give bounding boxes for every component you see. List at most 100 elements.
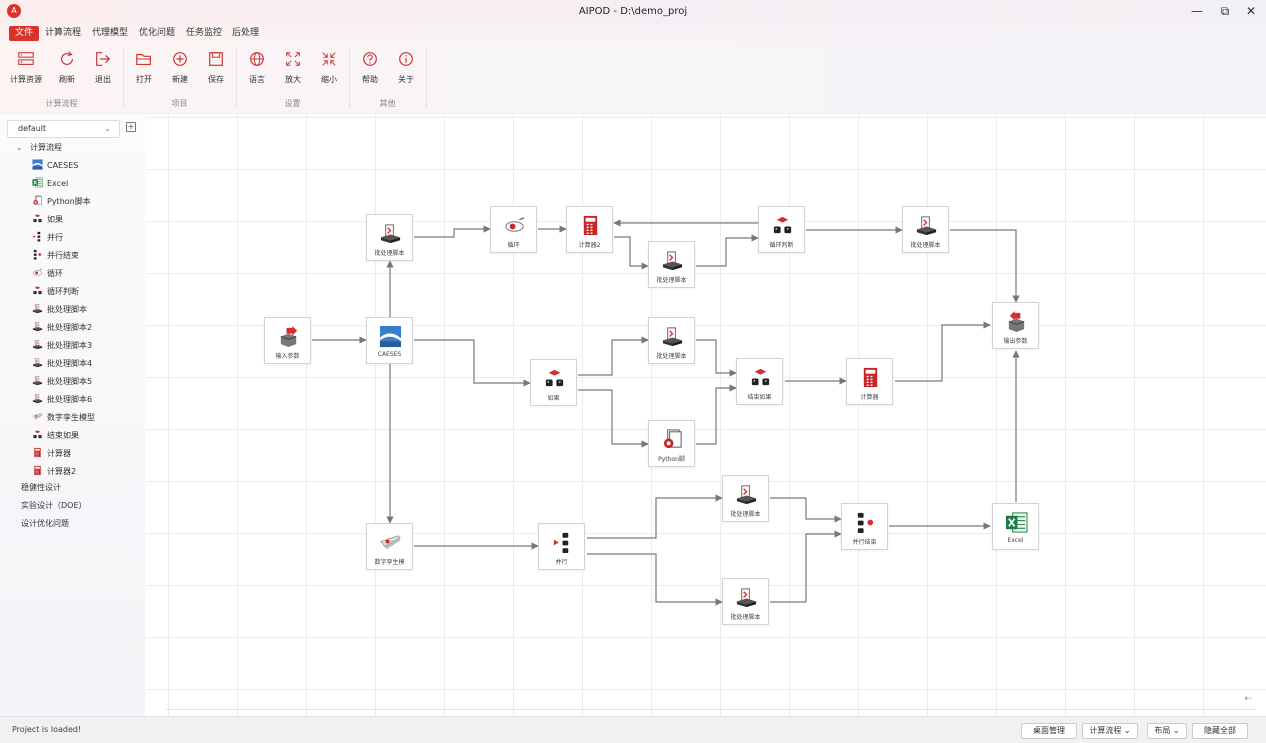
- node-python-script[interactable]: Python脚: [648, 420, 695, 467]
- node-loop[interactable]: 循环: [490, 206, 537, 253]
- help-button[interactable]: 帮助: [353, 50, 387, 85]
- node-excel[interactable]: Excel: [992, 503, 1039, 550]
- tree-item-batch5[interactable]: 批处理脚本5: [32, 374, 92, 390]
- node-caeses[interactable]: CAESES: [366, 317, 413, 364]
- project-select-value: default: [18, 124, 47, 133]
- add-project-icon[interactable]: +: [126, 122, 136, 132]
- node-batch-script-if[interactable]: 批处理脚本: [648, 317, 695, 364]
- exit-button[interactable]: 退出: [86, 50, 120, 85]
- tree-item-label: Excel: [47, 179, 69, 188]
- ribbon-group-settings: 设置: [284, 99, 301, 108]
- layout-dropdown-button[interactable]: 布局 ⌄: [1147, 723, 1187, 739]
- node-loop-judge[interactable]: 循环判断: [758, 206, 805, 253]
- tree-item-batch2[interactable]: 批处理脚本2: [32, 320, 92, 336]
- open-button[interactable]: 打开: [127, 50, 161, 85]
- tree-item-excel[interactable]: Excel: [32, 176, 68, 192]
- workflow-dropdown-button[interactable]: 计算流程 ⌄: [1082, 723, 1138, 739]
- restore-button[interactable]: ⧉: [1216, 3, 1234, 19]
- tree-section-design-optimization[interactable]: 设计优化问题: [21, 516, 69, 532]
- edge: [414, 339, 531, 387]
- desktop-manage-button[interactable]: 桌面管理: [1021, 723, 1077, 739]
- tree-item-label: 批处理脚本: [47, 305, 87, 314]
- workflow-canvas[interactable]: 输入参数 CAESES 批处理脚本 循环 计算器2 批处理脚本 循环判断 批处理…: [146, 114, 1266, 716]
- tree-item-parallel[interactable]: 并行: [32, 230, 63, 246]
- menu-file[interactable]: 文件: [9, 26, 40, 41]
- tree-item-digital-twin[interactable]: 数字孪生模型: [32, 410, 95, 426]
- parallel-end-icon: [854, 511, 877, 534]
- node-parallel-end[interactable]: 并行结束: [841, 503, 888, 550]
- about-button[interactable]: 关于: [389, 50, 423, 85]
- node-batch-script-top-right[interactable]: 批处理脚本: [902, 206, 949, 253]
- tree-item-batch[interactable]: 批处理脚本: [32, 302, 87, 318]
- project-select[interactable]: default ⌄: [7, 120, 120, 138]
- parallel-icon: [551, 531, 574, 554]
- node-calculator[interactable]: 计算器: [846, 358, 893, 405]
- hide-all-button[interactable]: 隐藏全部: [1192, 723, 1248, 739]
- node-output-params[interactable]: 输出参数: [992, 302, 1039, 349]
- compute-resource-button[interactable]: 计算资源: [9, 50, 43, 85]
- node-label: 数字孪生模: [374, 559, 405, 566]
- tree-item-batch6[interactable]: 批处理脚本6: [32, 392, 92, 408]
- edge: [578, 389, 649, 448]
- edge: [696, 234, 759, 267]
- ribbon-label: 放大: [285, 75, 301, 84]
- node-batch-script-mid[interactable]: 批处理脚本: [648, 241, 695, 288]
- node-calculator2[interactable]: 计算器2: [566, 206, 613, 253]
- ribbon-divider: [426, 48, 427, 108]
- node-end-if[interactable]: 结束如果: [736, 358, 783, 405]
- ribbon-label: 新建: [172, 75, 188, 84]
- tree-item-label: 并行结束: [47, 251, 79, 260]
- menu-task-monitor[interactable]: 任务监控: [186, 26, 222, 41]
- tree-item-calculator[interactable]: 计算器: [32, 446, 71, 462]
- tree-item-batch4[interactable]: 批处理脚本4: [32, 356, 92, 372]
- tree-item-parallel-end[interactable]: 并行结束: [32, 248, 79, 264]
- tree-item-loop-judge[interactable]: 循环判断: [32, 284, 79, 300]
- input-params-icon: [277, 325, 300, 348]
- node-batch-script-parallel-2[interactable]: 批处理脚本: [722, 578, 769, 625]
- node-batch-script-top[interactable]: 批处理脚本: [366, 214, 413, 261]
- menu-surrogate[interactable]: 代理模型: [92, 26, 128, 41]
- tree-item-label: 循环判断: [47, 287, 79, 296]
- calculator-icon: [32, 447, 43, 458]
- edge: [578, 336, 649, 376]
- python-script-icon: [661, 428, 684, 451]
- close-button[interactable]: ✕: [1242, 3, 1260, 19]
- tree-section-doe[interactable]: 实验设计（DOE）: [21, 498, 87, 514]
- tree-item-end-if[interactable]: 结束如果: [32, 428, 79, 444]
- minimize-button[interactable]: —: [1188, 3, 1206, 19]
- save-button[interactable]: 保存: [199, 50, 233, 85]
- collapse-panel-icon[interactable]: ⇠: [1244, 694, 1252, 704]
- plus-circle-icon: [173, 52, 187, 66]
- end-if-icon: [32, 429, 43, 440]
- python-script-icon: [32, 195, 43, 206]
- node-batch-script-parallel-1[interactable]: 批处理脚本: [722, 475, 769, 522]
- tree-item-if[interactable]: 如果: [32, 212, 63, 228]
- batch-script-icon: [735, 483, 758, 506]
- batch-script-icon: [32, 303, 43, 314]
- refresh-button[interactable]: 刷新: [50, 50, 84, 85]
- node-input-params[interactable]: 输入参数: [264, 317, 311, 364]
- zoom-out-button[interactable]: 缩小: [312, 50, 346, 85]
- node-label: 输出参数: [1003, 338, 1028, 345]
- node-parallel[interactable]: 并行: [538, 523, 585, 570]
- node-digital-twin[interactable]: 数字孪生模: [366, 523, 413, 570]
- menu-postprocess[interactable]: 后处理: [232, 26, 259, 41]
- menu-workflow[interactable]: 计算流程: [45, 26, 81, 41]
- ribbon-label: 缩小: [321, 75, 337, 84]
- tree-root-workflow[interactable]: ⌄ 计算流程: [16, 140, 62, 156]
- node-label: 并行结束: [852, 539, 877, 546]
- new-button[interactable]: 新建: [163, 50, 197, 85]
- tree-item-python[interactable]: Python脚本: [32, 194, 91, 210]
- node-if[interactable]: 如果: [530, 359, 577, 406]
- node-label: Python脚: [658, 456, 685, 463]
- tree-item-caeses[interactable]: CAESES: [32, 158, 78, 174]
- menu-optimization[interactable]: 优化问题: [139, 26, 175, 41]
- batch-script-icon: [661, 249, 684, 272]
- tree-item-loop[interactable]: 循环: [32, 266, 63, 282]
- tree-item-calculator2[interactable]: 计算器2: [32, 464, 76, 480]
- zoom-in-button[interactable]: 放大: [276, 50, 310, 85]
- language-button[interactable]: 语言: [240, 50, 274, 85]
- tree-item-batch3[interactable]: 批处理脚本3: [32, 338, 92, 354]
- tree-section-robust-design[interactable]: 稳健性设计: [21, 480, 61, 496]
- tree-item-label: 计算器2: [47, 467, 77, 476]
